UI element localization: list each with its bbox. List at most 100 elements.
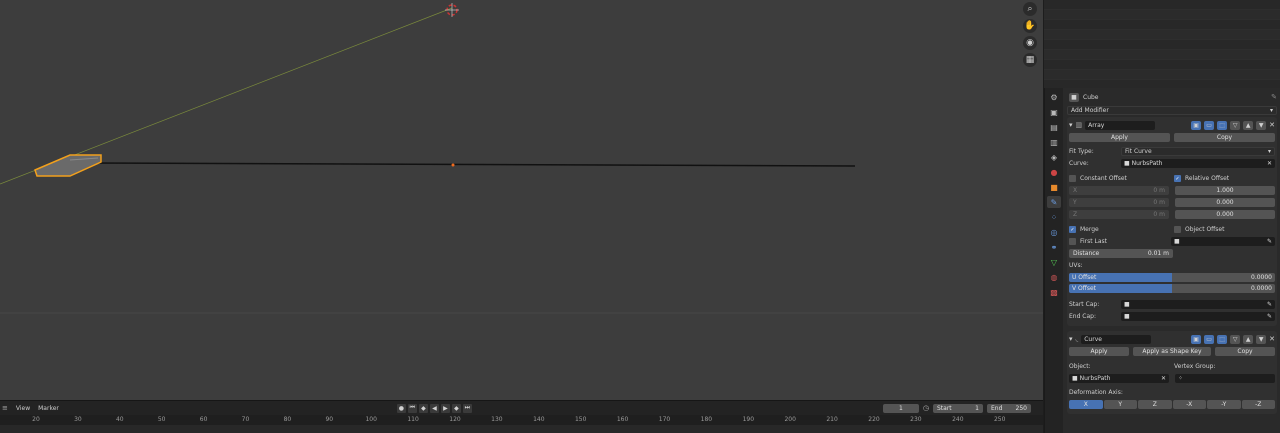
curve-apply-button[interactable]: Apply <box>1069 347 1129 356</box>
3d-viewport[interactable]: ⌕ ✋ ◉ ▦ <box>0 0 1043 400</box>
v-offset-field[interactable]: V Offset 0.0000 <box>1069 284 1275 293</box>
curve-copy-button[interactable]: Copy <box>1215 347 1275 356</box>
axis-z-button[interactable]: Z <box>1138 400 1172 409</box>
clear-icon[interactable]: ✕ <box>1161 375 1166 382</box>
array-copy-button[interactable]: Copy <box>1174 133 1275 142</box>
outliner-row[interactable] <box>1044 10 1280 20</box>
fit-type-dropdown[interactable]: Fit Curve ▾ <box>1121 147 1275 156</box>
u-offset-field[interactable]: U Offset 0.0000 <box>1069 273 1275 282</box>
jump-end-icon[interactable]: ⏭ <box>462 403 472 413</box>
play-icon[interactable]: ▶ <box>440 403 450 413</box>
axis-x-button[interactable]: X <box>1069 400 1103 409</box>
object-offset-checkbox[interactable] <box>1174 226 1181 233</box>
outliner-row[interactable] <box>1044 30 1280 40</box>
move-down-icon[interactable]: ▼ <box>1256 120 1267 130</box>
apply-shape-key-button[interactable]: Apply as Shape Key <box>1133 347 1211 356</box>
axis-neg-x-button[interactable]: -X <box>1172 400 1206 409</box>
tool-tab-icon[interactable]: ⚙ <box>1047 91 1061 103</box>
scene-tab-icon[interactable]: ◈ <box>1047 151 1061 163</box>
object-tab-icon[interactable]: ■ <box>1047 181 1061 193</box>
move-up-icon[interactable]: ▲ <box>1243 120 1254 130</box>
grid-view-icon[interactable]: ▦ <box>1023 53 1037 67</box>
distance-field[interactable]: Distance 0.01 m <box>1069 249 1173 258</box>
rel-y-field[interactable]: 0.000 <box>1175 198 1275 207</box>
current-frame-field[interactable]: 1 <box>882 403 919 413</box>
rel-x-field[interactable]: 1.000 <box>1175 186 1275 195</box>
const-y-field[interactable]: Y0 m <box>1069 198 1169 207</box>
start-cap-field[interactable]: ■ ✎ <box>1121 300 1275 309</box>
render-toggle-icon[interactable]: ⬚ <box>1217 120 1228 130</box>
view-layer-tab-icon[interactable]: ▥ <box>1047 136 1061 148</box>
object-offset-field[interactable]: ■ ✎ <box>1171 237 1275 246</box>
prev-keyframe-icon[interactable]: ◆ <box>418 403 428 413</box>
clock-icon[interactable]: ◷ <box>923 404 929 412</box>
timeline[interactable]: ≡ View Marker ● ⏮ ◆ ◀ ▶ ◆ ⏭ 1 ◷ Start 1 … <box>0 400 1043 433</box>
constant-offset-checkbox[interactable] <box>1069 175 1076 182</box>
eyedropper-icon[interactable]: ✎ <box>1267 313 1272 320</box>
view-menu[interactable]: View <box>16 405 30 412</box>
add-modifier-dropdown[interactable]: Add Modifier ▾ <box>1067 106 1277 115</box>
object-field[interactable]: ■ NurbsPath ✕ <box>1069 374 1169 383</box>
outliner-row[interactable] <box>1044 0 1280 10</box>
pan-hand-icon[interactable]: ✋ <box>1023 19 1037 33</box>
vertex-group-field[interactable]: ⁘ <box>1175 374 1275 383</box>
axis-neg-z-button[interactable]: -Z <box>1241 400 1275 409</box>
outliner-row[interactable] <box>1044 20 1280 30</box>
first-last-checkbox[interactable] <box>1069 238 1076 245</box>
const-z-field[interactable]: Z0 m <box>1069 210 1169 219</box>
collapse-icon[interactable]: ▾ <box>1069 335 1073 343</box>
collapse-icon[interactable]: ▾ <box>1069 121 1073 129</box>
array-name-field[interactable]: Array <box>1085 120 1156 130</box>
modifier-tab-icon[interactable]: ✎ <box>1047 196 1061 208</box>
rel-z-field[interactable]: 0.000 <box>1175 210 1275 219</box>
outliner-row[interactable] <box>1044 70 1280 80</box>
move-down-icon[interactable]: ▼ <box>1256 334 1267 344</box>
curve-field[interactable]: ■ NurbsPath ✕ <box>1121 159 1275 168</box>
eyedropper-icon[interactable]: ✎ <box>1267 238 1272 245</box>
timeline-body[interactable] <box>0 425 1043 433</box>
editmode-toggle-icon[interactable]: ▣ <box>1191 334 1202 344</box>
relative-offset-checkbox[interactable]: ✓ <box>1174 175 1181 182</box>
curve-name-field[interactable]: Curve <box>1081 334 1152 344</box>
eyedropper-icon[interactable]: ✎ <box>1267 301 1272 308</box>
clear-icon[interactable]: ✕ <box>1267 160 1272 167</box>
close-icon[interactable]: ✕ <box>1269 121 1275 129</box>
jump-start-icon[interactable]: ⏮ <box>407 403 417 413</box>
outliner-row[interactable] <box>1044 50 1280 60</box>
cage-toggle-icon[interactable]: ▽ <box>1230 334 1241 344</box>
pin-icon[interactable]: ✎ <box>1271 93 1277 101</box>
marker-menu[interactable]: Marker <box>38 405 59 412</box>
viewport-toggle-icon[interactable]: ▭ <box>1204 120 1215 130</box>
editor-type-icon[interactable]: ≡ <box>2 404 8 412</box>
array-apply-button[interactable]: Apply <box>1069 133 1170 142</box>
outliner[interactable] <box>1044 0 1280 88</box>
play-reverse-icon[interactable]: ◀ <box>429 403 439 413</box>
outliner-row[interactable] <box>1044 40 1280 50</box>
outliner-row[interactable] <box>1044 60 1280 70</box>
world-tab-icon[interactable]: ● <box>1047 166 1061 178</box>
texture-tab-icon[interactable]: ▩ <box>1047 286 1061 298</box>
timeline-ruler[interactable]: 20 30 40 50 60 70 80 90 100 110 120 130 140 150 160 170… <box>0 415 1043 425</box>
const-x-field[interactable]: X0 m <box>1069 186 1169 195</box>
constraints-tab-icon[interactable]: ⚭ <box>1047 241 1061 253</box>
render-toggle-icon[interactable]: ⬚ <box>1217 334 1228 344</box>
data-tab-icon[interactable]: ▽ <box>1047 256 1061 268</box>
next-keyframe-icon[interactable]: ◆ <box>451 403 461 413</box>
axis-y-button[interactable]: Y <box>1103 400 1137 409</box>
render-tab-icon[interactable]: ▣ <box>1047 106 1061 118</box>
axis-neg-y-button[interactable]: -Y <box>1207 400 1241 409</box>
end-frame-field[interactable]: End 250 <box>987 403 1031 413</box>
output-tab-icon[interactable]: ▤ <box>1047 121 1061 133</box>
particles-tab-icon[interactable]: ⁘ <box>1047 211 1061 223</box>
material-tab-icon[interactable]: ◍ <box>1047 271 1061 283</box>
editmode-toggle-icon[interactable]: ▣ <box>1191 120 1202 130</box>
start-frame-field[interactable]: Start 1 <box>933 403 983 413</box>
move-up-icon[interactable]: ▲ <box>1243 334 1254 344</box>
end-cap-field[interactable]: ■ ✎ <box>1121 312 1275 321</box>
record-icon[interactable]: ● <box>396 403 406 413</box>
viewport-toggle-icon[interactable]: ▭ <box>1204 334 1215 344</box>
camera-icon[interactable]: ◉ <box>1023 36 1037 50</box>
zoom-icon[interactable]: ⌕ <box>1023 2 1037 16</box>
merge-checkbox[interactable]: ✓ <box>1069 226 1076 233</box>
close-icon[interactable]: ✕ <box>1269 335 1275 343</box>
